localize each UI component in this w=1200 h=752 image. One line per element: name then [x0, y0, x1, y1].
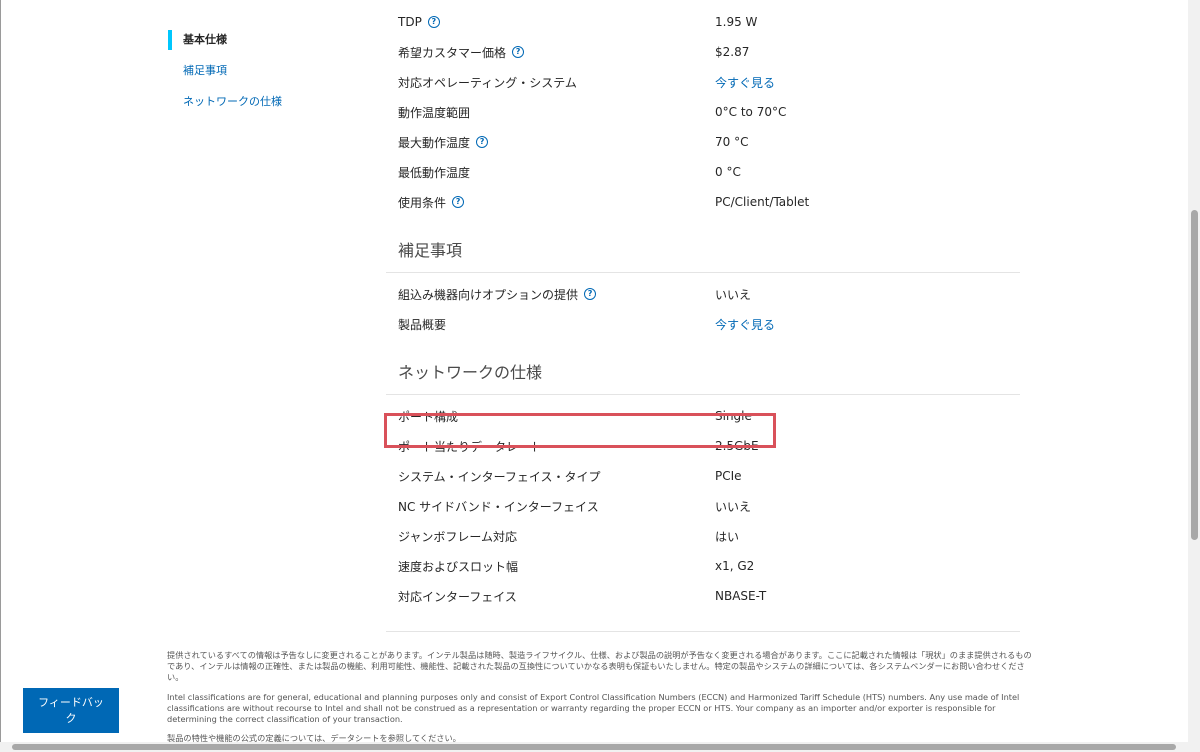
spec-label-text: 速度およびスロット幅	[398, 559, 519, 574]
network-section: ポート構成 Single ポート当たりデータレート 2.5GbE システム・インターフェ…	[386, 401, 1020, 611]
spec-label-text: 希望カスタマー価格	[398, 45, 507, 60]
spec-row: 組込み機器向けオプションの提供? いいえ	[386, 279, 1020, 309]
spec-value: Single	[715, 409, 752, 423]
spec-row: 対応インターフェイス NBASE-T	[386, 581, 1020, 611]
spec-row: TDP? 1.95 W	[386, 7, 1020, 37]
spec-label: 最大動作温度?	[386, 134, 703, 151]
spec-value: 0°C to 70°C	[715, 105, 787, 119]
help-icon[interactable]: ?	[476, 136, 489, 148]
help-icon[interactable]: ?	[427, 16, 440, 28]
spec-side-nav: 基本仕様 補足事項 ネットワークの仕様	[168, 28, 368, 121]
horizontal-scrollbar[interactable]	[0, 742, 1200, 752]
nav-item-supplemental[interactable]: 補足事項	[168, 59, 368, 83]
spec-value: PC/Client/Tablet	[715, 195, 810, 209]
window-frame	[0, 0, 1, 752]
spec-row: 速度およびスロット幅 x1, G2	[386, 551, 1020, 581]
spec-row: 製品概要 今すぐ見る	[386, 309, 1020, 339]
spec-label-text: ポート当たりデータレート	[398, 439, 543, 454]
spec-value: $2.87	[715, 45, 750, 59]
spec-label-text: 組込み機器向けオプションの提供	[398, 287, 579, 302]
spec-row: 最大動作温度? 70 °C	[386, 127, 1020, 157]
spec-label: NC サイドバンド・インターフェイス	[386, 498, 703, 515]
supplemental-section: 組込み機器向けオプションの提供? いいえ製品概要 今すぐ見る	[386, 279, 1020, 339]
disclaimer-jp: 提供されているすべての情報は予告なしに変更されることがあります。インテル製品は随…	[167, 650, 1032, 682]
spec-row: 希望カスタマー価格? $2.87	[386, 37, 1020, 67]
spec-label-text: TDP	[398, 15, 422, 29]
spec-label-text: 最低動作温度	[398, 165, 471, 180]
spec-label: 製品概要	[386, 316, 703, 333]
supplemental-section-title: 補足事項	[386, 225, 1020, 273]
spec-value: はい	[715, 529, 740, 544]
spec-value-link[interactable]: 今すぐ見る	[703, 74, 775, 91]
spec-label: TDP?	[386, 15, 703, 29]
spec-label: 希望カスタマー価格?	[386, 44, 703, 61]
spec-content: TDP? 1.95 W 希望カスタマー価格? $2.87 対応オペレーティング・システム…	[386, 7, 1020, 611]
spec-label: 最低動作温度	[386, 164, 703, 181]
spec-label: ジャンボフレーム対応	[386, 528, 703, 545]
spec-row: 動作温度範囲 0°C to 70°C	[386, 97, 1020, 127]
spec-row: ポート構成 Single	[386, 401, 1020, 431]
spec-label-text: 最大動作温度	[398, 135, 471, 150]
footer-divider	[386, 631, 1020, 632]
spec-row: 対応オペレーティング・システム 今すぐ見る	[386, 67, 1020, 97]
vertical-scroll-thumb[interactable]	[1191, 210, 1198, 540]
spec-row: 使用条件? PC/Client/Tablet	[386, 187, 1020, 217]
spec-label: 対応インターフェイス	[386, 588, 703, 605]
spec-label: 組込み機器向けオプションの提供?	[386, 286, 703, 303]
spec-row: 最低動作温度 0 °C	[386, 157, 1020, 187]
spec-value: 0 °C	[715, 165, 741, 179]
spec-value: 70 °C	[715, 135, 749, 149]
spec-label-text: ポート構成	[398, 409, 459, 424]
essentials-section: TDP? 1.95 W 希望カスタマー価格? $2.87 対応オペレーティング・システム…	[386, 7, 1020, 217]
vertical-scrollbar[interactable]	[1188, 0, 1200, 752]
spec-value: 2.5GbE	[715, 439, 759, 453]
spec-value: x1, G2	[715, 559, 755, 573]
spec-value-link[interactable]: 今すぐ見る	[703, 316, 775, 333]
spec-label: 動作温度範囲	[386, 104, 703, 121]
spec-label: ポート当たりデータレート	[386, 438, 703, 455]
spec-label: システム・インターフェイス・タイプ	[386, 468, 703, 485]
spec-row: システム・インターフェイス・タイプ PCIe	[386, 461, 1020, 491]
spec-value: いいえ	[715, 499, 752, 514]
spec-label-text: 製品概要	[398, 317, 447, 332]
spec-label-text: 対応インターフェイス	[398, 589, 517, 604]
spec-label: 対応オペレーティング・システム	[386, 74, 703, 91]
disclaimer-en: Intel classifications are for general, e…	[167, 692, 1020, 724]
horizontal-scroll-thumb[interactable]	[12, 744, 1176, 750]
nav-item-essentials[interactable]: 基本仕様	[168, 28, 368, 52]
spec-value: 1.95 W	[715, 15, 758, 29]
help-icon[interactable]: ?	[452, 196, 465, 208]
spec-label-text: 使用条件	[398, 195, 447, 210]
spec-label-text: 対応オペレーティング・システム	[398, 75, 577, 90]
nav-item-network[interactable]: ネットワークの仕様	[168, 90, 368, 114]
help-icon[interactable]: ?	[512, 46, 525, 58]
spec-label-text: 動作温度範囲	[398, 105, 471, 120]
spec-label-text: システム・インターフェイス・タイプ	[398, 469, 601, 484]
spec-label: 使用条件?	[386, 194, 703, 211]
spec-value: NBASE-T	[715, 589, 767, 603]
spec-label: 速度およびスロット幅	[386, 558, 703, 575]
spec-row: ポート当たりデータレート 2.5GbE	[386, 431, 1020, 461]
spec-label-text: ジャンボフレーム対応	[398, 529, 518, 544]
spec-row: NC サイドバンド・インターフェイス いいえ	[386, 491, 1020, 521]
network-section-title: ネットワークの仕様	[386, 347, 1020, 395]
spec-label: ポート構成	[386, 408, 703, 425]
spec-row: ジャンボフレーム対応 はい	[386, 521, 1020, 551]
help-icon[interactable]: ?	[584, 288, 597, 300]
spec-label-text: NC サイドバンド・インターフェイス	[398, 499, 599, 514]
spec-value: PCIe	[715, 469, 742, 483]
feedback-button[interactable]: フィードバック	[23, 688, 119, 733]
spec-value: いいえ	[715, 287, 752, 302]
